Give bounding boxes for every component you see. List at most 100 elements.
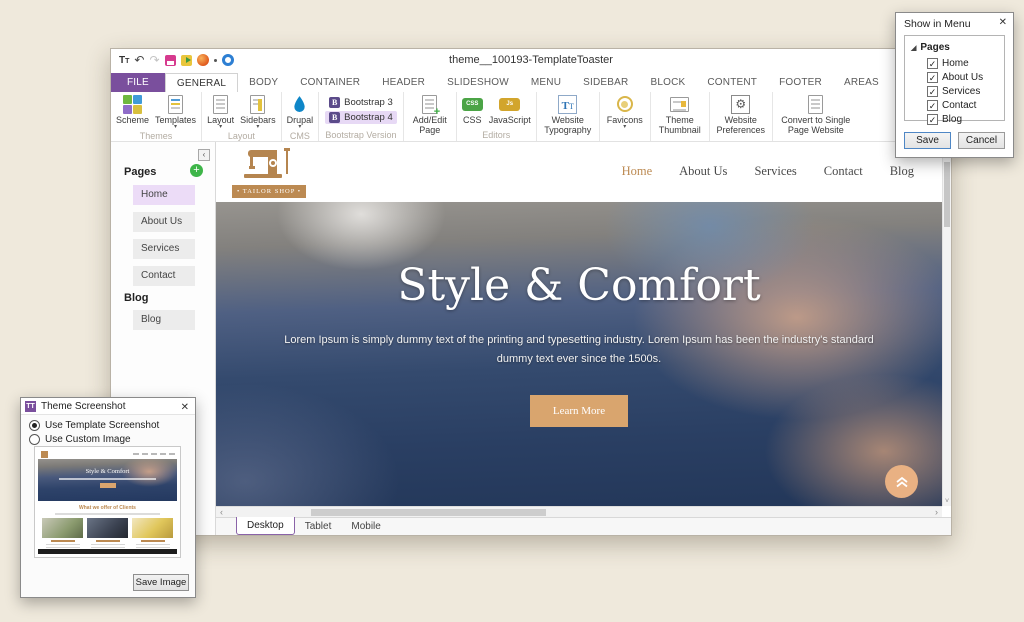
chevron-down-icon: ▾ bbox=[219, 125, 222, 129]
desktop-background: TT ↶ ↷ theme__100193-TemplateToaster FIL… bbox=[0, 0, 1024, 622]
ribbon-tab-bar: FILE GENERAL BODY CONTAINER HEADER SLIDE… bbox=[111, 73, 951, 92]
site-preview-pane: • TAILOR SHOP • Home About Us Services C… bbox=[216, 142, 951, 535]
save-button[interactable]: Save bbox=[904, 132, 951, 149]
favicons-button[interactable]: Favicons ▾ bbox=[602, 93, 648, 130]
tab-sidebar[interactable]: SIDEBAR bbox=[572, 73, 639, 92]
group-layout: Layout ▾ Sidebars ▾ Layout bbox=[202, 92, 282, 141]
site-logo[interactable]: • TAILOR SHOP • bbox=[232, 146, 304, 198]
theme-thumbnail-icon bbox=[670, 97, 689, 112]
checkbox-checked-icon[interactable]: ✓ bbox=[927, 86, 938, 97]
menu-check-contact[interactable]: ✓ Contact bbox=[927, 100, 976, 111]
javascript-button[interactable]: Js JavaScript bbox=[486, 93, 534, 126]
bootstrap-icon: B bbox=[329, 112, 340, 123]
site-nav-about-us[interactable]: About Us bbox=[679, 164, 727, 179]
site-nav-services[interactable]: Services bbox=[754, 164, 796, 179]
site-nav-blog[interactable]: Blog bbox=[890, 164, 914, 179]
tree-expander-icon[interactable]: ◢ bbox=[911, 45, 916, 52]
convert-single-page-button[interactable]: Convert to Single Page Website bbox=[775, 93, 857, 137]
css-button[interactable]: CSS CSS bbox=[459, 93, 486, 126]
checkbox-checked-icon[interactable]: ✓ bbox=[927, 72, 938, 83]
menu-check-services[interactable]: ✓ Services bbox=[927, 86, 980, 97]
horizontal-scrollbar[interactable]: ‹ › bbox=[216, 506, 942, 517]
templates-icon bbox=[168, 95, 183, 114]
radio-use-custom-image[interactable]: Use Custom Image bbox=[29, 434, 131, 445]
page-item-about-us[interactable]: About Us bbox=[133, 212, 195, 232]
cancel-button[interactable]: Cancel bbox=[958, 132, 1005, 149]
radio-selected-icon[interactable] bbox=[29, 420, 40, 431]
page-item-blog[interactable]: Blog bbox=[133, 310, 195, 330]
tab-container[interactable]: CONTAINER bbox=[289, 73, 371, 92]
tab-general[interactable]: GENERAL bbox=[165, 73, 238, 92]
tab-body[interactable]: BODY bbox=[238, 73, 289, 92]
sidebars-button[interactable]: Sidebars ▾ bbox=[237, 93, 279, 130]
tab-content[interactable]: CONTENT bbox=[696, 73, 768, 92]
page-item-home[interactable]: Home bbox=[133, 185, 195, 205]
site-nav: Home About Us Services Contact Blog bbox=[622, 164, 914, 179]
website-typography-button[interactable]: TT Website Typography bbox=[539, 93, 597, 137]
theme-thumbnail-button[interactable]: Theme Thumbnail bbox=[653, 93, 707, 137]
tree-node-pages[interactable]: ◢Pages bbox=[911, 42, 950, 53]
tab-menu[interactable]: MENU bbox=[520, 73, 572, 92]
radio-use-template-screenshot[interactable]: Use Template Screenshot bbox=[29, 420, 159, 431]
radio-unselected-icon[interactable] bbox=[29, 434, 40, 445]
show-in-menu-dialog: Show in Menu ✕ ◢Pages ✓ Home ✓ About Us … bbox=[895, 12, 1014, 158]
website-preferences-button[interactable]: ⚙ Website Preferences bbox=[712, 93, 770, 137]
site-nav-home[interactable]: Home bbox=[622, 164, 653, 179]
drupal-button[interactable]: Drupal ▾ bbox=[284, 93, 317, 130]
tab-mobile[interactable]: Mobile bbox=[341, 518, 390, 535]
device-tab-bar: Desktop Tablet Mobile bbox=[216, 517, 951, 535]
bootstrap3-button[interactable]: B Bootstrap 3 bbox=[325, 96, 397, 109]
tab-file[interactable]: FILE bbox=[111, 73, 165, 92]
hero-text: Lorem Ipsum is simply dummy text of the … bbox=[269, 331, 889, 370]
checkbox-checked-icon[interactable]: ✓ bbox=[927, 114, 938, 125]
page-item-contact[interactable]: Contact bbox=[133, 266, 195, 286]
group-label-cms: CMS bbox=[284, 130, 317, 142]
tab-header[interactable]: HEADER bbox=[371, 73, 436, 92]
group-cms: Drupal ▾ CMS bbox=[282, 92, 320, 141]
tab-footer[interactable]: FOOTER bbox=[768, 73, 833, 92]
menu-check-blog[interactable]: ✓ Blog bbox=[927, 114, 962, 125]
templatetoaster-logo-icon: TT bbox=[25, 401, 36, 412]
site-nav-contact[interactable]: Contact bbox=[824, 164, 863, 179]
templates-button[interactable]: Templates ▾ bbox=[152, 93, 199, 130]
page-item-services[interactable]: Services bbox=[133, 239, 195, 259]
menu-check-about-us[interactable]: ✓ About Us bbox=[927, 72, 983, 83]
panel-collapse-icon[interactable]: ‹ bbox=[198, 149, 210, 161]
close-icon[interactable]: ✕ bbox=[181, 402, 189, 413]
tab-tablet[interactable]: Tablet bbox=[295, 518, 342, 535]
tab-areas[interactable]: AREAS bbox=[833, 73, 890, 92]
titlebar: TT ↶ ↷ theme__100193-TemplateToaster bbox=[111, 49, 951, 73]
horizontal-scrollbar-thumb[interactable] bbox=[311, 509, 546, 516]
dialog-titlebar: TT Theme Screenshot ✕ bbox=[21, 398, 195, 415]
tab-slideshow[interactable]: SLIDESHOW bbox=[436, 73, 520, 92]
learn-more-button[interactable]: Learn More bbox=[530, 395, 628, 427]
scheme-button[interactable]: Scheme bbox=[113, 93, 152, 126]
mini-section-title: What we offer of Clients bbox=[38, 501, 177, 511]
add-edit-page-button[interactable]: + Add/Edit Page bbox=[406, 93, 454, 137]
scroll-down-icon[interactable]: ˅ bbox=[943, 498, 951, 505]
mini-hero-text-line bbox=[59, 478, 156, 480]
scroll-to-top-button[interactable] bbox=[885, 465, 918, 498]
add-page-icon[interactable]: + bbox=[190, 164, 203, 177]
tab-block[interactable]: BLOCK bbox=[639, 73, 696, 92]
layout-button[interactable]: Layout ▾ bbox=[204, 93, 237, 130]
ribbon-toolbar: Scheme Templates ▾ Themes Layout ▾ bbox=[111, 92, 951, 142]
chevron-down-icon: ▾ bbox=[623, 125, 626, 129]
chevron-down-icon: ▾ bbox=[256, 125, 259, 129]
bootstrap4-button[interactable]: B Bootstrap 4 bbox=[325, 111, 397, 124]
mini-nav bbox=[133, 453, 175, 455]
tab-desktop[interactable]: Desktop bbox=[236, 517, 295, 535]
save-image-button[interactable]: Save Image bbox=[133, 574, 189, 591]
hero-section: Style & Comfort Lorem Ipsum is simply du… bbox=[216, 202, 942, 506]
drupal-icon bbox=[292, 95, 307, 114]
mini-card-image bbox=[42, 518, 83, 538]
close-icon[interactable]: ✕ bbox=[999, 17, 1007, 28]
checkbox-checked-icon[interactable]: ✓ bbox=[927, 100, 938, 111]
checkbox-checked-icon[interactable]: ✓ bbox=[927, 58, 938, 69]
mini-learn-more-button bbox=[100, 483, 116, 488]
vertical-scrollbar[interactable]: ˅ bbox=[942, 142, 951, 506]
group-bootstrap-version: B Bootstrap 3 B Bootstrap 4 Bootstrap Ve… bbox=[319, 92, 404, 141]
vertical-scrollbar-thumb[interactable] bbox=[944, 162, 950, 227]
chevron-down-icon: ▾ bbox=[298, 125, 301, 129]
menu-check-home[interactable]: ✓ Home bbox=[927, 58, 969, 69]
